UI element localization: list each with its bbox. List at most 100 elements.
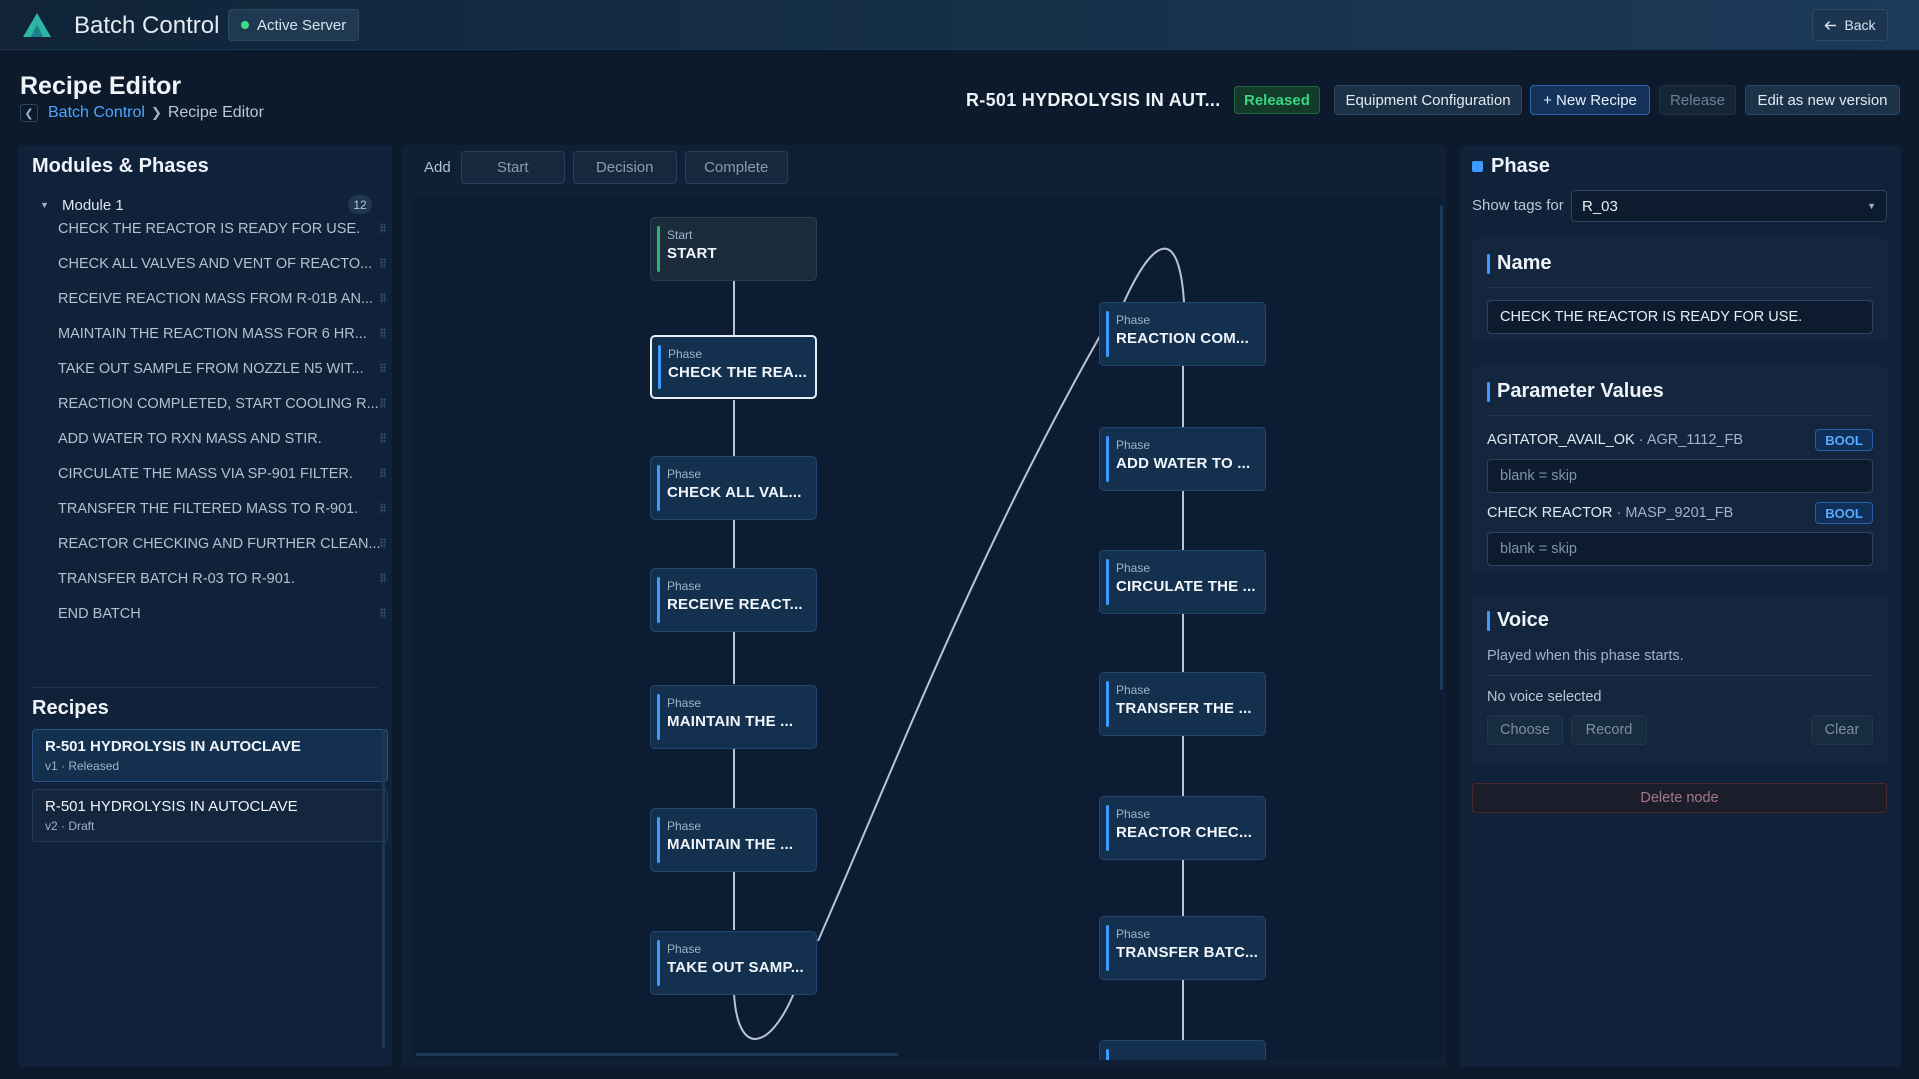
node-type: Phase <box>667 942 702 956</box>
app-title: Batch Control <box>74 12 220 39</box>
choose-voice-button[interactable]: Choose <box>1487 715 1563 745</box>
show-tags-select[interactable]: R_03 ▼ <box>1571 190 1887 222</box>
phase-item-label: ADD WATER TO RXN MASS AND STIR. <box>58 430 322 447</box>
list-item[interactable]: CIRCULATE THE MASS VIA SP-901 FILTER. <box>58 456 398 491</box>
phase-list: CHECK THE REACTOR IS READY FOR USE. CHEC… <box>58 211 398 631</box>
canvas-horizontal-scrollbar[interactable] <box>416 1053 898 1056</box>
recipes-scrollbar[interactable] <box>382 729 385 1049</box>
param-label: CHECK REACTOR · MASP_9201_FB <box>1487 505 1733 521</box>
list-item[interactable]: TRANSFER BATCH R-03 TO R-901. <box>58 561 398 596</box>
drag-handle-icon[interactable] <box>380 398 386 408</box>
flow-canvas[interactable]: Start START Phase CHECK THE REA... Phase… <box>414 198 1444 1060</box>
chevron-right-icon: ❯ <box>150 105 162 120</box>
flow-node-phase[interactable]: Phase TRANSFER BATC... <box>1099 916 1266 980</box>
phase-item-label: MAINTAIN THE REACTION MASS FOR 6 HR... <box>58 325 367 342</box>
flow-node-phase[interactable]: Phase TRANSFER THE ... <box>1099 672 1266 736</box>
node-title: TRANSFER THE ... <box>1116 700 1252 717</box>
node-title: REACTION COM... <box>1116 330 1249 347</box>
list-item[interactable]: TRANSFER THE FILTERED MASS TO R-901. <box>58 491 398 526</box>
list-item[interactable]: ADD WATER TO RXN MASS AND STIR. <box>58 421 398 456</box>
node-title: MAINTAIN THE ... <box>667 713 794 730</box>
recipe-item-active[interactable]: R-501 HYDROLYSIS IN AUTOCLAVE v1 · Relea… <box>32 729 388 782</box>
phase-item-label: CHECK ALL VALVES AND VENT OF REACTO... <box>58 255 373 272</box>
recipe-item[interactable]: R-501 HYDROLYSIS IN AUTOCLAVE v2 · Draft <box>32 789 388 842</box>
node-type: Phase <box>667 579 702 593</box>
clear-voice-button[interactable]: Clear <box>1811 715 1873 745</box>
phase-name-input[interactable]: CHECK THE REACTOR IS READY FOR USE. <box>1487 300 1873 334</box>
list-item[interactable]: REACTION COMPLETED, START COOLING R... <box>58 386 398 421</box>
voice-description: Played when this phase starts. <box>1487 648 1684 664</box>
node-title: ADD WATER TO ... <box>1116 455 1251 472</box>
node-type: Phase <box>668 347 703 361</box>
add-complete-button[interactable]: Complete <box>684 150 788 184</box>
recipe-item-meta: v1 · Released <box>45 759 120 773</box>
flow-node-phase[interactable]: Phase CHECK THE REA... <box>650 335 817 399</box>
record-voice-button[interactable]: Record <box>1571 715 1647 745</box>
flow-node-phase[interactable]: Phase TAKE OUT SAMP... <box>650 931 817 995</box>
add-start-button[interactable]: Start <box>460 150 565 184</box>
phase-item-label: CIRCULATE THE MASS VIA SP-901 FILTER. <box>58 465 353 482</box>
equipment-configuration-button[interactable]: Equipment Configuration <box>1334 85 1522 115</box>
edit-as-new-version-button[interactable]: Edit as new version <box>1745 85 1900 115</box>
param-type-badge: BOOL <box>1815 502 1873 524</box>
show-tags-value: R_03 <box>1582 197 1618 215</box>
flow-node-phase[interactable]: Phase MAINTAIN THE ... <box>650 808 817 872</box>
drag-handle-icon[interactable] <box>380 573 386 583</box>
drag-handle-icon[interactable] <box>380 538 386 548</box>
phase-item-label: TAKE OUT SAMPLE FROM NOZZLE N5 WIT... <box>58 360 364 377</box>
node-title: TRANSFER BATC... <box>1116 944 1259 961</box>
drag-handle-icon[interactable] <box>380 328 386 338</box>
canvas-vertical-scrollbar[interactable] <box>1440 205 1443 690</box>
drag-handle-icon[interactable] <box>380 258 386 268</box>
drag-handle-icon[interactable] <box>380 433 386 443</box>
flow-node-phase[interactable]: Phase CIRCULATE THE ... <box>1099 550 1266 614</box>
flow-node-phase[interactable]: Phase CHECK ALL VAL... <box>650 456 817 520</box>
add-label: Add <box>424 158 451 176</box>
list-item[interactable]: CHECK ALL VALVES AND VENT OF REACTO... <box>58 246 398 281</box>
breadcrumb-link-batch-control[interactable]: Batch Control <box>48 104 145 122</box>
list-item[interactable]: CHECK THE REACTOR IS READY FOR USE. <box>58 211 398 246</box>
drag-handle-icon[interactable] <box>380 468 386 478</box>
param-value-input[interactable]: blank = skip <box>1487 532 1873 566</box>
param-separator: · <box>1616 505 1622 521</box>
drag-handle-icon[interactable] <box>380 363 386 373</box>
flow-node-phase[interactable]: Phase REACTION COM... <box>1099 302 1266 366</box>
drag-handle-icon[interactable] <box>380 293 386 303</box>
phase-item-label: CHECK THE REACTOR IS READY FOR USE. <box>58 220 361 237</box>
list-item[interactable]: MAINTAIN THE REACTION MASS FOR 6 HR... <box>58 316 398 351</box>
param-value-input[interactable]: blank = skip <box>1487 459 1873 493</box>
drag-handle-icon[interactable] <box>380 503 386 513</box>
flow-node-phase[interactable]: Phase REACTOR CHEC... <box>1099 796 1266 860</box>
status-badge: Released <box>1234 86 1320 114</box>
flow-node-phase[interactable]: Phase ADD WATER TO ... <box>1099 427 1266 491</box>
parameter-values-card: Parameter Values AGITATOR_AVAIL_OK · AGR… <box>1473 366 1887 574</box>
delete-node-button[interactable]: Delete node <box>1472 783 1887 813</box>
breadcrumb-back-icon[interactable]: ❮ <box>20 104 38 122</box>
flow-node-phase-partial[interactable] <box>1099 1040 1266 1060</box>
node-title: MAINTAIN THE ... <box>667 836 794 853</box>
back-button[interactable]: Back <box>1812 9 1888 41</box>
flow-node-phase[interactable]: Phase MAINTAIN THE ... <box>650 685 817 749</box>
release-button[interactable]: Release <box>1659 85 1736 115</box>
inspector-title: Phase <box>1491 155 1550 177</box>
recipe-item-meta: v2 · Draft <box>45 819 95 833</box>
voice-card: Voice Played when this phase starts. No … <box>1473 595 1887 763</box>
node-type: Phase <box>1116 927 1151 941</box>
list-item[interactable]: RECEIVE REACTION MASS FROM R-01B AN... <box>58 281 398 316</box>
new-recipe-button[interactable]: + New Recipe <box>1530 85 1650 115</box>
node-type: Start <box>667 228 693 242</box>
caret-down-icon[interactable]: ▼ <box>40 200 62 210</box>
flow-node-phase[interactable]: Phase RECEIVE REACT... <box>650 568 817 632</box>
modules-panel: Modules & Phases ▼ Module 1 12 CHECK THE… <box>18 145 392 1067</box>
list-item[interactable]: REACTOR CHECKING AND FURTHER CLEAN... <box>58 526 398 561</box>
drag-handle-icon[interactable] <box>380 608 386 618</box>
server-status-badge[interactable]: Active Server <box>228 9 360 41</box>
list-item[interactable]: END BATCH <box>58 596 398 631</box>
node-title: START <box>667 245 717 262</box>
list-item[interactable]: TAKE OUT SAMPLE FROM NOZZLE N5 WIT... <box>58 351 398 386</box>
node-type: Phase <box>667 819 702 833</box>
add-decision-button[interactable]: Decision <box>572 150 677 184</box>
recipe-name: R-501 HYDROLYSIS IN AUT... <box>966 90 1221 110</box>
flow-node-start[interactable]: Start START <box>650 217 817 281</box>
drag-handle-icon[interactable] <box>380 223 386 233</box>
